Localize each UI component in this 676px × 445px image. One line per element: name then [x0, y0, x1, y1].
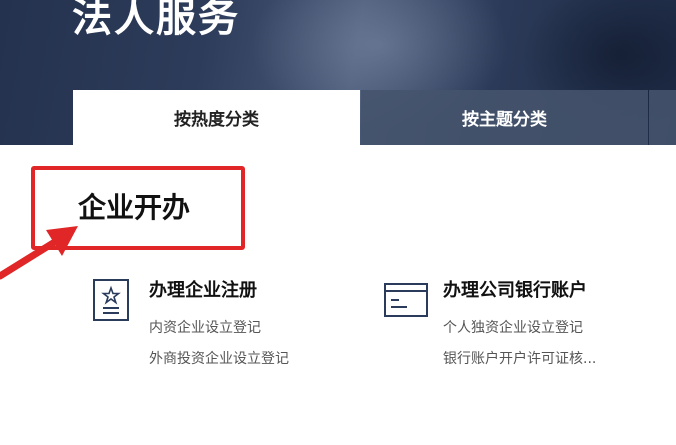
service-link[interactable]: 个人独资企业设立登记 — [443, 318, 583, 338]
bank-card-icon — [384, 283, 428, 317]
tab-by-popularity[interactable]: 按热度分类 — [73, 90, 360, 145]
annotation-arrow — [0, 226, 78, 280]
certificate-icon — [93, 279, 129, 321]
service-link[interactable]: 银行账户开户许可证核... — [443, 349, 596, 369]
page-title: 法人服务 — [72, 0, 240, 41]
service-title[interactable]: 办理企业注册 — [149, 278, 257, 304]
service-link[interactable]: 内资企业设立登记 — [149, 318, 261, 338]
section-title: 企业开办 — [78, 191, 191, 224]
service-link[interactable]: 外商投资企业设立登记 — [149, 349, 289, 369]
service-title[interactable]: 办理公司银行账户 — [443, 278, 587, 304]
tab-by-topic[interactable]: 按主题分类 — [361, 90, 648, 145]
tab-overflow[interactable] — [649, 90, 676, 145]
